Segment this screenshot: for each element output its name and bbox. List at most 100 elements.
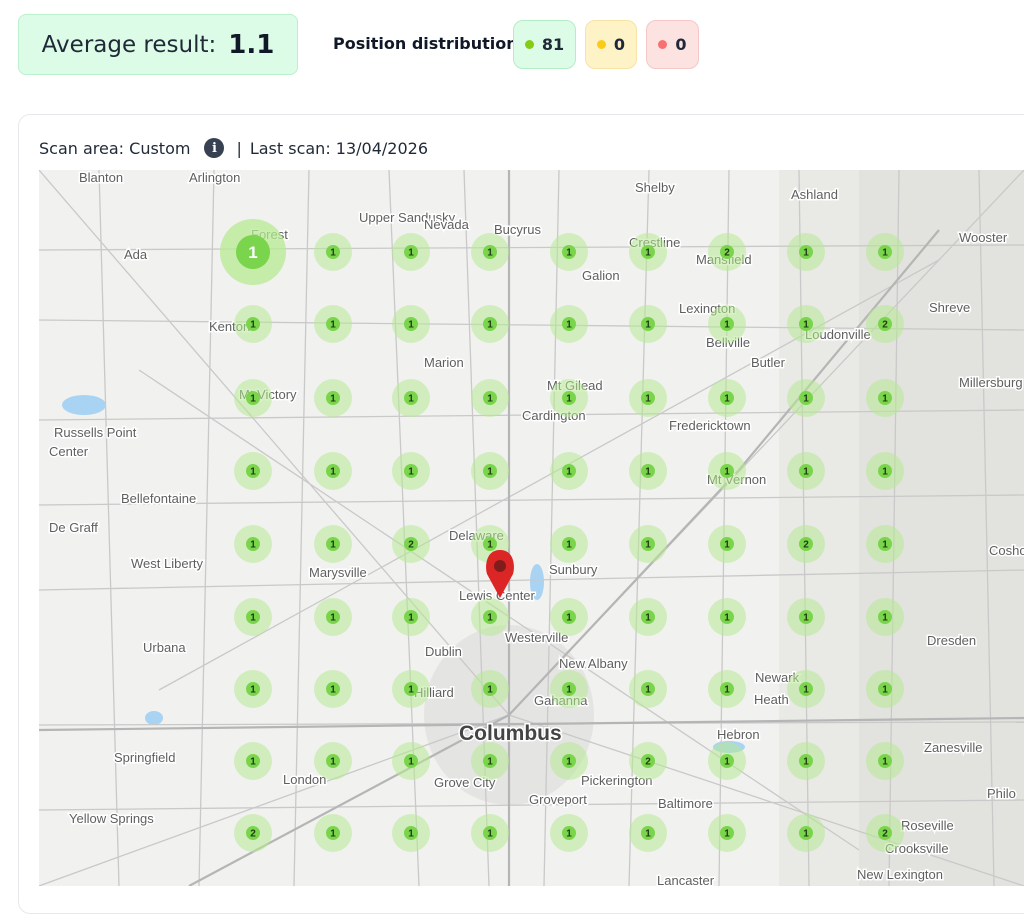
rank-marker[interactable]: 1 — [787, 670, 825, 708]
rank-marker[interactable]: 1 — [471, 670, 509, 708]
rank-marker[interactable]: 1 — [392, 814, 430, 852]
rank-marker[interactable]: 2 — [866, 305, 904, 343]
rank-marker[interactable]: 1 — [471, 379, 509, 417]
rank-marker[interactable]: 1 — [550, 742, 588, 780]
rank-marker[interactable]: 2 — [787, 525, 825, 563]
rank-marker[interactable]: 1 — [234, 379, 272, 417]
rank-marker[interactable]: 1 — [392, 452, 430, 490]
rank-marker[interactable]: 1 — [392, 742, 430, 780]
rank-marker[interactable]: 1 — [629, 598, 667, 636]
rank-marker[interactable]: 1 — [314, 525, 352, 563]
rank-marker[interactable]: 1 — [866, 233, 904, 271]
rank-marker[interactable]: 1 — [708, 525, 746, 563]
rank-marker[interactable]: 1 — [314, 598, 352, 636]
rank-marker[interactable]: 1 — [629, 305, 667, 343]
rank-marker[interactable]: 1 — [787, 814, 825, 852]
rank-marker[interactable]: 1 — [234, 305, 272, 343]
rank-marker[interactable]: 1 — [787, 598, 825, 636]
average-result-value: 1.1 — [228, 29, 275, 60]
rank-marker[interactable]: 1 — [234, 742, 272, 780]
rank-marker[interactable]: 1 — [708, 670, 746, 708]
rank-marker[interactable]: 1 — [234, 525, 272, 563]
rank-label: 1 — [487, 757, 493, 768]
rank-marker[interactable]: 1 — [550, 525, 588, 563]
map-canvas[interactable]: BlantonArlingtonShelbyAshlandForestUpper… — [39, 170, 1024, 886]
rank-label: 1 — [566, 829, 572, 840]
rank-marker[interactable]: 1 — [866, 525, 904, 563]
rank-label: 1 — [408, 394, 414, 405]
rank-marker[interactable]: 1 — [471, 233, 509, 271]
rank-marker[interactable]: 1 — [314, 452, 352, 490]
rank-marker[interactable]: 1 — [787, 742, 825, 780]
map-view[interactable]: BlantonArlingtonShelbyAshlandForestUpper… — [39, 170, 1024, 886]
rank-marker[interactable]: 1 — [866, 598, 904, 636]
rank-marker[interactable]: 1 — [234, 452, 272, 490]
rank-marker[interactable]: 1 — [550, 233, 588, 271]
summary-bar: Average result: 1.1 Position distributio… — [0, 0, 1024, 100]
rank-marker[interactable]: 1 — [866, 742, 904, 780]
rank-marker[interactable]: 2 — [629, 742, 667, 780]
rank-marker[interactable]: 1 — [787, 305, 825, 343]
rank-marker[interactable]: 1 — [314, 814, 352, 852]
rank-marker[interactable]: 1 — [234, 598, 272, 636]
rank-marker[interactable]: 1 — [629, 670, 667, 708]
info-icon[interactable]: i — [204, 138, 225, 158]
rank-marker[interactable]: 1 — [471, 598, 509, 636]
rank-label: 1 — [724, 320, 730, 331]
rank-marker[interactable]: 2 — [708, 233, 746, 271]
rank-marker[interactable]: 1 — [866, 452, 904, 490]
rank-marker[interactable]: 1 — [314, 670, 352, 708]
town-label: Wooster — [959, 230, 1008, 245]
rank-label: 1 — [408, 829, 414, 840]
rank-marker[interactable]: 1 — [866, 670, 904, 708]
rank-marker[interactable]: 1 — [550, 670, 588, 708]
rank-label: 1 — [566, 248, 572, 259]
rank-marker[interactable]: 1 — [314, 233, 352, 271]
rank-marker[interactable]: 1 — [708, 814, 746, 852]
rank-marker[interactable]: 1 — [550, 452, 588, 490]
rank-marker[interactable]: 1 — [392, 379, 430, 417]
rank-marker[interactable]: 1 — [787, 379, 825, 417]
rank-marker[interactable]: 2 — [866, 814, 904, 852]
rank-marker[interactable]: 1 — [314, 379, 352, 417]
rank-marker[interactable]: 2 — [234, 814, 272, 852]
rank-marker[interactable]: 2 — [392, 525, 430, 563]
rank-marker[interactable]: 1 — [629, 379, 667, 417]
rank-marker[interactable]: 1 — [392, 305, 430, 343]
rank-label: 1 — [250, 757, 256, 768]
distribution-top-pill[interactable]: 81 — [513, 20, 576, 69]
rank-marker[interactable]: 1 — [629, 452, 667, 490]
rank-marker[interactable]: 1 — [314, 742, 352, 780]
rank-marker[interactable]: 1 — [629, 233, 667, 271]
rank-marker[interactable]: 1 — [787, 233, 825, 271]
rank-marker[interactable]: 1 — [866, 379, 904, 417]
rank-marker[interactable]: 1 — [392, 670, 430, 708]
rank-marker[interactable]: 1 — [392, 233, 430, 271]
rank-marker[interactable]: 1 — [629, 814, 667, 852]
rank-marker[interactable]: 1 — [471, 452, 509, 490]
rank-marker[interactable]: 1 — [314, 305, 352, 343]
green-dot-icon — [524, 40, 534, 49]
rank-marker[interactable]: 1 — [392, 598, 430, 636]
rank-marker[interactable]: 1 — [550, 379, 588, 417]
rank-marker[interactable]: 1 — [629, 525, 667, 563]
rank-marker[interactable]: 1 — [708, 452, 746, 490]
rank-marker[interactable]: 1 — [471, 742, 509, 780]
rank-marker[interactable]: 1 — [550, 598, 588, 636]
distribution-low-pill[interactable]: 0 — [646, 20, 699, 69]
rank-label: 1 — [330, 613, 336, 624]
rank-label: 1 — [566, 467, 572, 478]
rank-marker[interactable]: 1 — [220, 219, 286, 285]
town-label: Ada — [124, 247, 148, 262]
rank-marker[interactable]: 1 — [708, 598, 746, 636]
rank-marker[interactable]: 1 — [708, 305, 746, 343]
rank-marker[interactable]: 1 — [234, 670, 272, 708]
rank-marker[interactable]: 1 — [708, 379, 746, 417]
rank-marker[interactable]: 1 — [471, 814, 509, 852]
rank-marker[interactable]: 1 — [550, 814, 588, 852]
rank-marker[interactable]: 1 — [708, 742, 746, 780]
rank-marker[interactable]: 1 — [787, 452, 825, 490]
distribution-mid-pill[interactable]: 0 — [585, 20, 637, 69]
rank-marker[interactable]: 1 — [471, 305, 509, 343]
rank-marker[interactable]: 1 — [550, 305, 588, 343]
